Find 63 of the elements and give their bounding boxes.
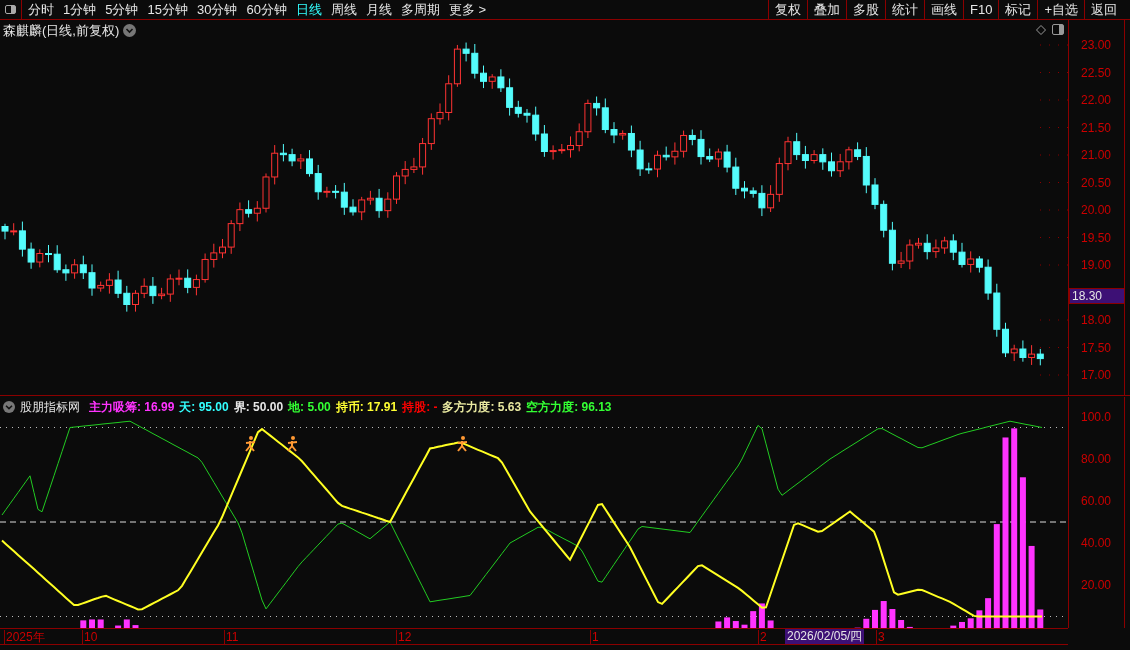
toolbar-button[interactable]: 叠加 (807, 0, 846, 19)
toolbar-button[interactable]: 画线 (924, 0, 963, 19)
price-axis-label: 20.50 (1081, 176, 1112, 189)
price-axis-label: 19.50 (1081, 231, 1112, 244)
current-price-tag: 18.30 (1069, 288, 1125, 304)
time-axis-label: 3 (876, 630, 885, 644)
person-icon (457, 436, 468, 452)
period-tab[interactable]: 1分钟 (63, 0, 97, 20)
chevron-down-icon[interactable] (3, 401, 15, 413)
toolbar-button[interactable]: +自选 (1037, 0, 1084, 19)
time-axis-label: 2025年 (4, 630, 45, 644)
time-axis-label: 11 (224, 630, 239, 644)
legend-value: 主力吸筹: 16.99 (89, 399, 175, 416)
toolbar-button[interactable]: 统计 (885, 0, 924, 19)
period-tab[interactable]: 15分钟 (147, 0, 188, 20)
price-axis-label: 21.00 (1081, 149, 1112, 161)
legend-value: 界: 50.00 (233, 399, 284, 416)
period-tab[interactable]: 30分钟 (196, 0, 238, 20)
legend-value: 地: 5.00 (288, 399, 331, 416)
person-icon (245, 436, 256, 452)
indicator-axis-label: 60.00 (1081, 495, 1112, 507)
indicator-axis-label: 80.00 (1081, 453, 1112, 465)
toolbar-button[interactable]: 标记 (998, 0, 1038, 19)
indicator-name: 股朋指标网 (20, 399, 80, 416)
diamond-icon[interactable] (1036, 25, 1046, 35)
legend-value: 空方力度: 96.13 (526, 399, 612, 416)
toolbar-button[interactable]: 复权 (768, 0, 807, 19)
legend-value: 持币: 17.91 (335, 399, 398, 416)
period-tab[interactable]: 多周期 (400, 0, 440, 20)
chevron-down-icon[interactable] (123, 24, 137, 38)
time-axis-label: 12 (396, 630, 412, 644)
period-tab[interactable]: 60分钟 (246, 0, 287, 20)
price-axis-label: 22.50 (1081, 66, 1112, 79)
price-axis-label: 23.00 (1081, 39, 1112, 51)
toolbar-button[interactable]: 多股 (846, 0, 885, 19)
indicator-axis-label: 40.00 (1081, 537, 1112, 549)
indicator-axis-label: 100.0 (1081, 411, 1112, 423)
price-axis-label: 17.50 (1081, 341, 1112, 354)
toolbar-button[interactable]: F10 (963, 0, 999, 19)
price-axis-label: 17.00 (1081, 369, 1112, 381)
price-axis-label: 21.50 (1081, 121, 1112, 134)
price-axis-label: 18.00 (1081, 314, 1112, 326)
price-axis-label: 22.00 (1081, 94, 1112, 106)
legend-value: 持股: - (402, 399, 438, 416)
period-tab[interactable]: 周线 (330, 0, 357, 20)
chart-title: 森麒麟(日线,前复权) (3, 22, 120, 40)
time-axis-label: 2 (758, 630, 767, 644)
legend-value: 天: 95.00 (179, 399, 229, 416)
period-tab[interactable]: 月线 (365, 0, 392, 20)
time-axis-label: 1 (590, 630, 599, 644)
panel-toggle-icon[interactable] (1052, 24, 1064, 35)
indicator-axis-label: 20.00 (1081, 579, 1112, 591)
toolbar-button[interactable]: 返回 (1084, 0, 1123, 19)
person-icon (287, 436, 298, 452)
price-axis-label: 19.00 (1081, 259, 1112, 271)
legend-value: 多方力度: 5.63 (442, 399, 522, 416)
period-tab[interactable]: 5分钟 (105, 0, 139, 20)
cursor-date-tag: 2026/02/05/四 (785, 629, 865, 644)
price-axis-label: 20.00 (1081, 204, 1112, 216)
period-tab[interactable]: 分时 (28, 0, 54, 20)
time-axis-label: 10 (82, 630, 98, 644)
period-tab[interactable]: 日线 (295, 0, 322, 20)
period-tab[interactable]: 更多 > (448, 0, 487, 20)
